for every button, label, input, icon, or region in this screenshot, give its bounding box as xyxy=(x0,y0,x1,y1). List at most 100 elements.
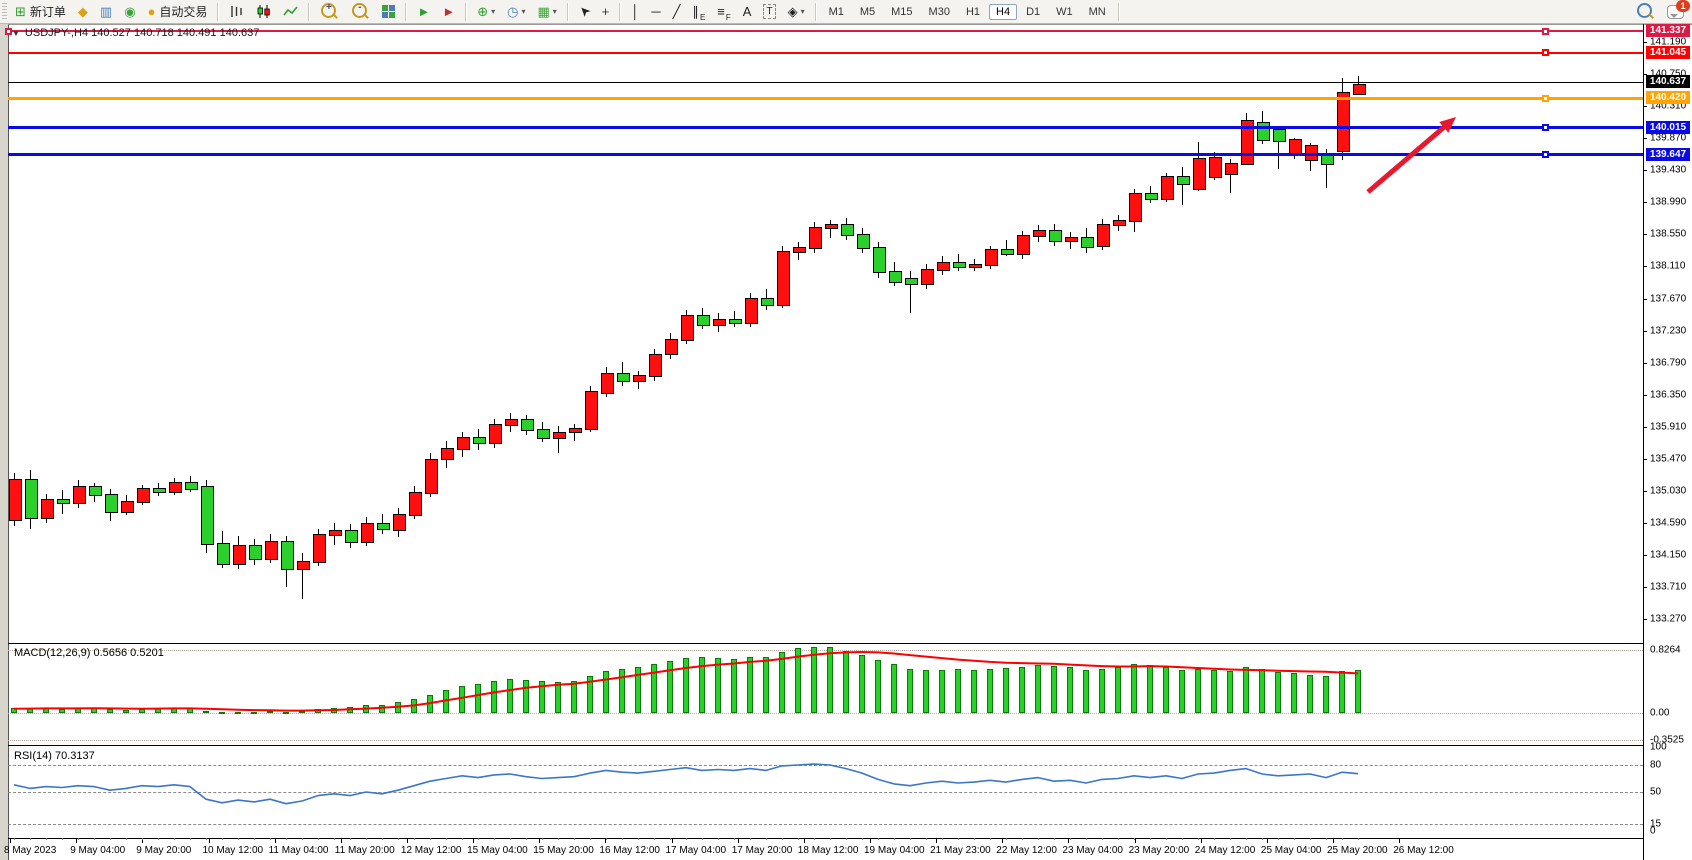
time-minor-tick xyxy=(1054,838,1055,840)
horizontal-line-button[interactable]: ─ xyxy=(646,1,665,23)
hline-139.647[interactable] xyxy=(8,153,1643,156)
candle-body xyxy=(329,530,342,536)
bar-chart-button[interactable] xyxy=(224,1,249,23)
macd-histogram-bar xyxy=(219,712,225,714)
autotrading-button[interactable]: ●自动交易 xyxy=(143,1,213,23)
tf-button-M15[interactable]: M15 xyxy=(884,4,919,20)
new-order-button[interactable]: ⊞新订单 xyxy=(10,1,71,23)
time-minor-tick xyxy=(286,838,287,840)
price-tick-label: 136.790 xyxy=(1650,357,1686,368)
tile-windows-button[interactable] xyxy=(377,1,400,23)
tf-button-H4[interactable]: H4 xyxy=(989,4,1017,20)
time-minor-tick xyxy=(1230,838,1231,840)
macd-level-label: 0.8264 xyxy=(1650,645,1681,656)
vertical-line-button[interactable]: │ xyxy=(626,1,644,23)
time-minor-tick xyxy=(398,838,399,840)
cursor-button[interactable]: ➤ xyxy=(574,1,595,23)
candlestick-chart-button[interactable] xyxy=(251,1,276,23)
rsi-level-label: 50 xyxy=(1650,787,1661,798)
time-minor-tick xyxy=(1198,838,1199,840)
oneclick-collapse-icon[interactable]: ▼ xyxy=(12,29,20,38)
chart-area[interactable]: 141.190140.750140.310139.870139.430138.9… xyxy=(0,24,1692,860)
line-chart-button[interactable] xyxy=(278,1,303,23)
chart-title: ▼ USDJPY-,H4 140.527 140.718 140.491 140… xyxy=(12,27,259,39)
macd-histogram-bar xyxy=(603,671,609,713)
candle-body xyxy=(809,227,822,249)
time-minor-tick xyxy=(894,838,895,840)
time-minor-tick xyxy=(1118,838,1119,840)
hline-140.015[interactable] xyxy=(8,126,1643,129)
navigator-icon: ▥ xyxy=(100,5,112,18)
time-minor-tick xyxy=(302,838,303,840)
time-minor-tick xyxy=(910,838,911,840)
current-price-line[interactable] xyxy=(8,82,1643,83)
time-minor-tick xyxy=(382,838,383,840)
signals-button[interactable]: ◉ xyxy=(119,1,140,23)
dropdown-arrow-icon: ▾ xyxy=(553,7,557,16)
price-tick-mark xyxy=(1643,266,1647,267)
zoom-in-button[interactable]: + xyxy=(315,1,344,23)
bar-chart-icon xyxy=(229,4,244,19)
macd-histogram-bar xyxy=(683,658,689,713)
chat-icon[interactable]: 1 xyxy=(1667,5,1684,19)
price-tick-label: 138.550 xyxy=(1650,229,1686,240)
time-tick-label: 24 May 12:00 xyxy=(1195,845,1256,856)
search-icon[interactable] xyxy=(1637,3,1652,18)
hline-handle[interactable] xyxy=(1542,28,1549,35)
tf-button-M1[interactable]: M1 xyxy=(822,4,851,20)
hline-handle[interactable] xyxy=(1542,49,1549,56)
time-tick-mark xyxy=(1399,838,1400,843)
time-tick-label: 26 May 12:00 xyxy=(1393,845,1454,856)
chart-shift-button[interactable]: ► xyxy=(437,1,460,23)
indicators-button[interactable]: ⊕▾ xyxy=(472,1,500,23)
tf-button-M5[interactable]: M5 xyxy=(853,4,882,20)
periods-button[interactable]: ◷▾ xyxy=(502,1,530,23)
candle-body xyxy=(1273,129,1286,143)
hline-handle[interactable] xyxy=(1542,95,1549,102)
trendline-button[interactable]: ╱ xyxy=(668,1,686,23)
candle-body xyxy=(457,437,470,451)
hline-handle[interactable] xyxy=(1542,124,1549,131)
candle-body xyxy=(105,494,118,514)
equidistant-channel-button[interactable]: ∥E xyxy=(687,1,710,23)
tf-button-M30[interactable]: M30 xyxy=(922,4,957,20)
text-label-button[interactable]: T xyxy=(758,1,780,23)
candle-body xyxy=(985,249,998,266)
hline-handle[interactable] xyxy=(1542,151,1549,158)
macd-histogram-bar xyxy=(779,652,785,713)
hline-handle[interactable] xyxy=(5,28,12,35)
macd-histogram-bar xyxy=(267,711,273,713)
zoom-out-button[interactable]: - xyxy=(346,1,375,23)
macd-histogram-bar xyxy=(1227,671,1233,713)
tf-button-W1[interactable]: W1 xyxy=(1049,4,1080,20)
shapes-button[interactable]: ◈▾ xyxy=(783,1,810,23)
dropdown-arrow-icon: ▾ xyxy=(521,7,525,16)
tf-button-D1[interactable]: D1 xyxy=(1019,4,1047,20)
crosshair-button[interactable]: + xyxy=(597,1,615,23)
arrow-annotation[interactable] xyxy=(1368,127,1444,192)
chart-title-text: USDJPY-,H4 140.527 140.718 140.491 140.6… xyxy=(25,27,259,39)
tf-button-H1[interactable]: H1 xyxy=(959,4,987,20)
notification-badge: 1 xyxy=(1676,0,1690,12)
candle-body xyxy=(393,514,406,531)
fibonacci-button[interactable]: ≡F xyxy=(712,1,735,23)
time-minor-tick xyxy=(414,838,415,840)
macd-histogram-bar xyxy=(763,657,769,713)
time-minor-tick xyxy=(334,838,335,840)
market-watch-button[interactable]: ◆ xyxy=(73,1,93,23)
navigator-button[interactable]: ▥ xyxy=(95,1,117,23)
auto-scroll-button[interactable]: ► xyxy=(412,1,435,23)
time-minor-tick xyxy=(1310,838,1311,840)
hline-141.045[interactable] xyxy=(8,52,1643,54)
time-tick-mark xyxy=(1201,838,1202,843)
time-minor-tick xyxy=(1262,838,1263,840)
macd-histogram-bar xyxy=(539,681,545,713)
price-tick-label: 139.870 xyxy=(1650,133,1686,144)
text-button[interactable]: A xyxy=(738,1,757,23)
tf-button-MN[interactable]: MN xyxy=(1082,4,1113,20)
templates-button[interactable]: ▦▾ xyxy=(532,1,561,23)
hline-140.420[interactable] xyxy=(8,97,1643,100)
price-tick-mark xyxy=(1643,587,1647,588)
candle-body xyxy=(553,432,566,439)
time-minor-tick xyxy=(142,838,143,840)
